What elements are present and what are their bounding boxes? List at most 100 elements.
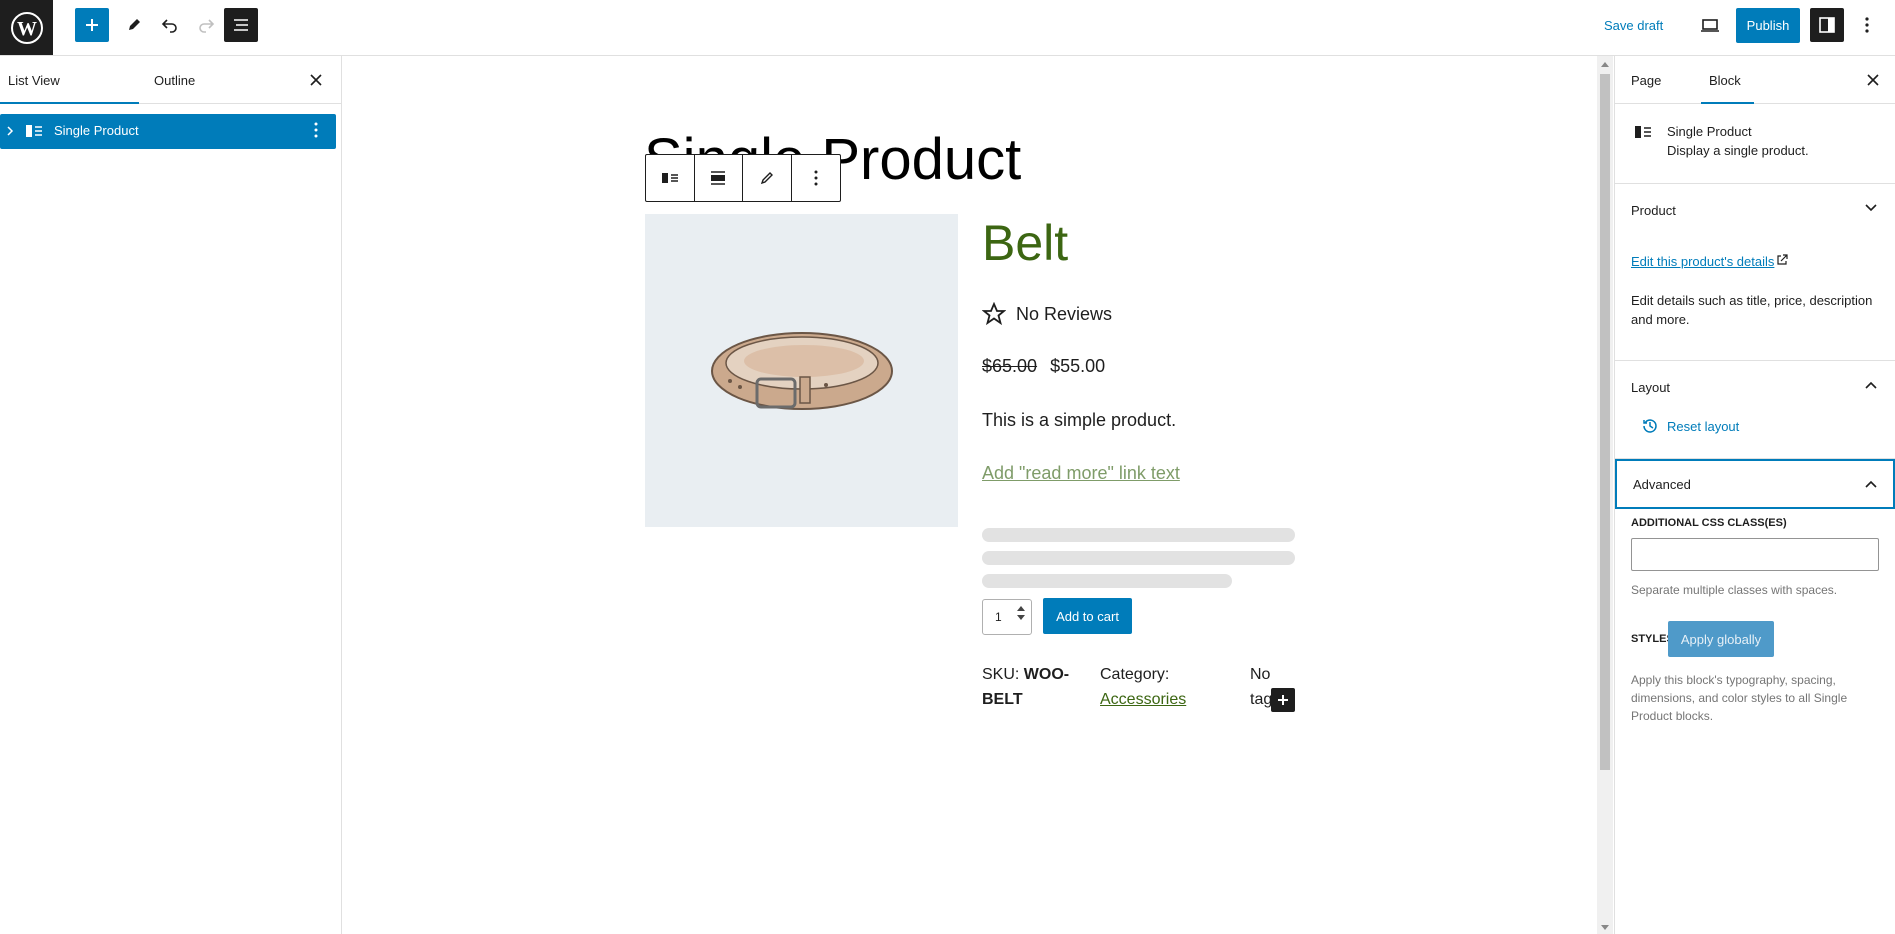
close-icon: [1867, 74, 1879, 86]
sidebar-icon: [1819, 17, 1835, 33]
quantity-stepper[interactable]: [1017, 606, 1025, 620]
laptop-icon: [1701, 19, 1719, 32]
align-button[interactable]: [695, 155, 743, 201]
options-button[interactable]: [1850, 8, 1884, 42]
reset-layout-button[interactable]: Reset layout: [1641, 417, 1739, 435]
align-wide-icon: [711, 171, 726, 185]
css-classes-help: Separate multiple classes with spaces.: [1631, 583, 1838, 597]
reset-layout-label: Reset layout: [1667, 418, 1740, 434]
redo-button[interactable]: [189, 8, 223, 42]
more-vertical-icon: [814, 170, 818, 186]
loading-placeholder: [982, 574, 1232, 588]
product-image[interactable]: [645, 214, 958, 527]
chevron-up-icon: [1865, 480, 1877, 488]
quantity-input[interactable]: 1: [982, 599, 1032, 635]
product-price: $65.00 $55.00: [982, 356, 1105, 377]
category-link[interactable]: Accessories: [1100, 691, 1186, 708]
add-to-cart-button[interactable]: Add to cart: [1043, 598, 1132, 634]
chevron-up-icon: [1865, 381, 1877, 389]
more-vertical-icon[interactable]: [314, 122, 318, 138]
left-panel-tabs: List View Outline: [0, 56, 341, 104]
more-vertical-icon: [1865, 17, 1869, 33]
single-product-block-icon: [1635, 126, 1651, 138]
advanced-panel: Advanced ADDITIONAL CSS CLASS(ES) Separa…: [1615, 459, 1895, 739]
scroll-thumb[interactable]: [1600, 74, 1610, 770]
product-panel-toggle[interactable]: Product: [1615, 184, 1895, 236]
list-item-single-product[interactable]: Single Product: [0, 114, 336, 149]
block-inserter-button[interactable]: [1271, 688, 1295, 712]
loading-placeholder: [982, 528, 1295, 542]
edit-product-link-row: Edit this product's details: [1631, 254, 1788, 269]
advanced-panel-toggle[interactable]: Advanced: [1615, 459, 1895, 509]
layout-panel-toggle[interactable]: Layout: [1615, 361, 1895, 413]
tab-outline[interactable]: Outline: [154, 56, 195, 104]
tools-button[interactable]: [117, 8, 151, 42]
regular-price: $65.00: [982, 356, 1038, 376]
plus-icon: [1278, 695, 1288, 705]
history-icon: [1643, 419, 1657, 433]
product-panel-text: Edit details such as title, price, descr…: [1631, 293, 1873, 327]
chevron-down-icon: [1865, 204, 1877, 212]
belt-image: [710, 331, 893, 410]
tab-list-view[interactable]: List View: [8, 56, 60, 104]
editor-canvas: Single Product Belt No Reviews: [343, 56, 1597, 934]
sidebar-tabs: Page Block: [1615, 56, 1895, 104]
block-title: Single Product: [1667, 124, 1752, 139]
layout-panel: Layout Reset layout: [1615, 361, 1895, 459]
reviews-text: No Reviews: [1016, 303, 1113, 324]
sale-price: $55.00: [1050, 356, 1106, 376]
block-toolbar: [645, 154, 841, 202]
product-panel: Product Edit this product's details Edit…: [1615, 184, 1895, 361]
close-settings-button[interactable]: [1862, 69, 1884, 91]
css-classes-input[interactable]: [1631, 538, 1879, 571]
undo-button[interactable]: [153, 8, 187, 42]
settings-sidebar: Page Block Single Product Display a sing…: [1614, 56, 1895, 934]
single-product-block-icon: [26, 125, 42, 137]
settings-button[interactable]: [1810, 8, 1844, 42]
star-icon: [982, 302, 1006, 326]
plus-icon: [86, 19, 98, 31]
save-draft-button[interactable]: Save draft: [1604, 18, 1663, 33]
chevron-down-icon[interactable]: [1017, 615, 1025, 620]
pencil-icon: [129, 19, 140, 30]
scroll-up-arrow[interactable]: [1601, 62, 1609, 67]
canvas-scrollbar[interactable]: [1597, 56, 1613, 934]
chevron-up-icon[interactable]: [1017, 606, 1025, 611]
chevron-right-icon[interactable]: [6, 125, 14, 137]
product-summary[interactable]: This is a simple product.: [982, 410, 1176, 431]
sku-label: SKU:: [982, 666, 1020, 683]
list-item-label: Single Product: [54, 123, 139, 138]
pencil-icon: [760, 172, 773, 185]
panel-title: Product: [1631, 202, 1676, 218]
wordpress-logo-icon[interactable]: W: [0, 0, 53, 55]
loading-placeholder: [982, 551, 1295, 565]
product-rating: No Reviews: [982, 302, 1112, 326]
block-options-button[interactable]: [792, 155, 841, 201]
external-link-icon: [1777, 254, 1788, 265]
tab-block[interactable]: Block: [1709, 56, 1741, 104]
add-block-button[interactable]: [75, 8, 109, 42]
scroll-down-arrow[interactable]: [1601, 925, 1609, 930]
product-title[interactable]: Belt: [982, 214, 1068, 272]
redo-icon: [199, 19, 215, 33]
product-category: Category: Accessories: [1100, 662, 1210, 712]
publish-button[interactable]: Publish: [1736, 8, 1800, 43]
single-product-block-icon: [661, 173, 678, 183]
block-type-button[interactable]: [646, 155, 695, 201]
edit-product-link[interactable]: Edit this product's details: [1631, 254, 1774, 269]
category-label: Category:: [1100, 666, 1170, 683]
panel-title: Layout: [1631, 379, 1671, 395]
close-icon: [310, 74, 322, 86]
close-list-view-button[interactable]: [305, 69, 327, 91]
styles-help: Apply this block's typography, spacing, …: [1631, 673, 1848, 723]
read-more-link[interactable]: Add "read more" link text: [982, 463, 1180, 484]
apply-globally-button[interactable]: Apply globally: [1668, 621, 1774, 657]
quantity-value: 1: [995, 610, 1002, 624]
tab-page[interactable]: Page: [1631, 56, 1661, 104]
preview-button[interactable]: [1693, 8, 1727, 42]
active-tab-indicator: [0, 102, 139, 104]
undo-icon: [161, 19, 177, 33]
edit-block-button[interactable]: [743, 155, 792, 201]
document-overview-button[interactable]: [224, 8, 258, 42]
product-sku: SKU: WOO-BELT: [982, 662, 1072, 712]
